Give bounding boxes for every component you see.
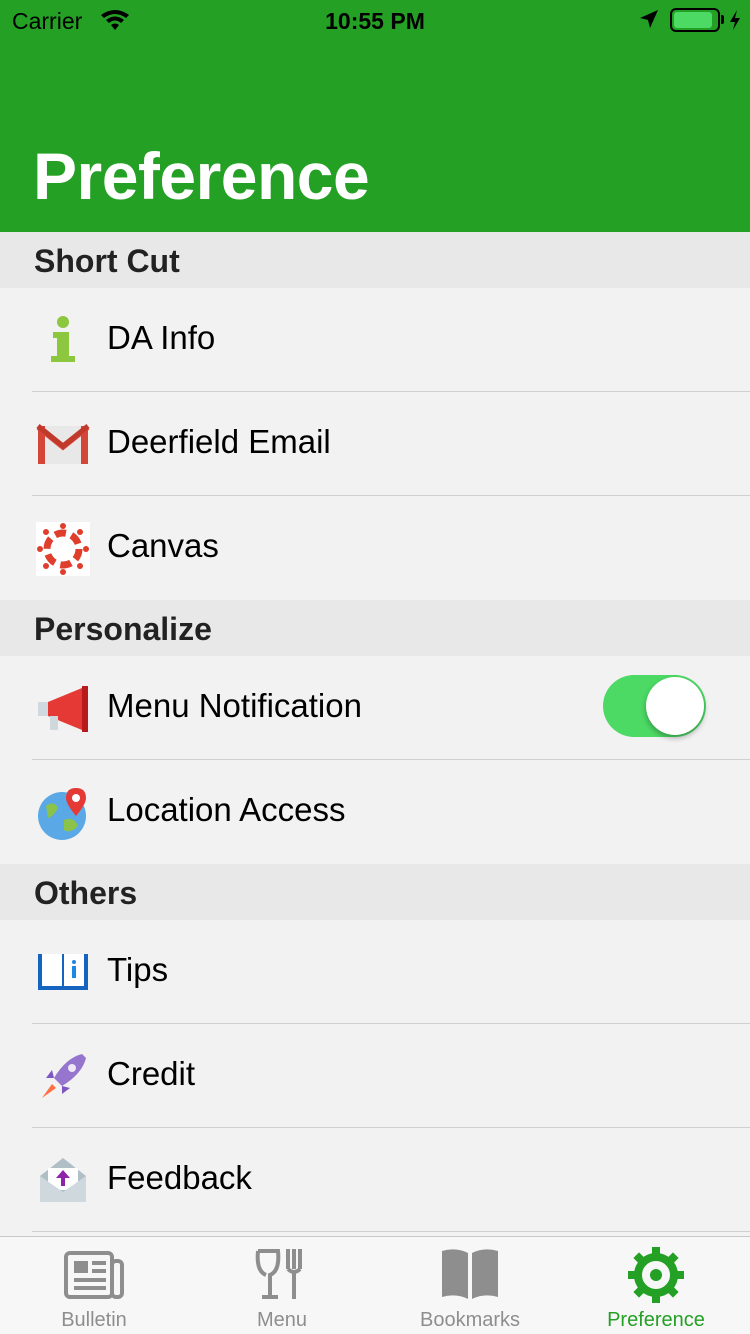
book-icon [442,1249,498,1299]
row-menu-notification: Menu Notification [0,656,750,760]
row-label: Location Access [107,791,346,828]
row-tips[interactable]: Tips [0,920,750,1024]
section-header-personalize: Personalize [0,600,750,656]
globe-pin-icon [38,788,86,840]
row-label: Canvas [107,527,219,564]
battery-icon [670,8,720,32]
tab-label: Bookmarks [419,1309,521,1331]
dining-icon [255,1249,302,1299]
gear-icon [628,1247,684,1303]
megaphone-icon [38,686,88,732]
row-label: Tips [107,951,169,988]
menu-notification-toggle[interactable] [603,675,706,737]
page-title: Preference [33,139,370,213]
gmail-icon [36,424,90,464]
tab-bulletin[interactable]: Bulletin [0,1237,188,1334]
book-info-icon [38,954,88,990]
row-label: Credit [107,1055,196,1092]
row-label: DA Info [107,319,216,356]
section-header-others: Others [0,864,750,920]
toggle-knob [646,677,704,735]
row-feedback[interactable]: Feedback [0,1128,750,1232]
newspaper-icon [64,1251,124,1299]
tab-menu[interactable]: Menu [188,1237,376,1334]
tab-label: Menu [256,1309,308,1331]
row-credit[interactable]: Credit [0,1024,750,1128]
tab-label: Preference [607,1309,705,1331]
info-icon [51,316,75,362]
tab-bar: Bulletin Menu Bookmarks Preference [0,1236,750,1334]
tab-label: Bulletin [61,1309,127,1331]
rocket-icon [42,1054,86,1098]
row-deerfield-email[interactable]: Deerfield Email [0,392,750,496]
header: Carrier 10:55 PM Preference [0,0,750,232]
row-da-info[interactable]: DA Info [0,288,750,392]
row-label: Deerfield Email [107,423,331,460]
tab-preference[interactable]: Preference [562,1237,750,1334]
row-location-access[interactable]: Location Access [0,760,750,864]
section-header-short-cut: Short Cut [0,232,750,288]
charging-icon [730,10,740,30]
row-label: Menu Notification [107,687,362,724]
row-label: Feedback [107,1159,252,1196]
row-canvas[interactable]: Canvas [0,496,750,600]
canvas-icon [36,522,90,576]
divider [32,1231,750,1232]
status-bar: Carrier 10:55 PM [0,0,750,40]
location-arrow-icon [640,10,658,28]
battery-tip [721,15,724,24]
tab-bookmarks[interactable]: Bookmarks [376,1237,564,1334]
mail-upload-icon [40,1158,86,1202]
